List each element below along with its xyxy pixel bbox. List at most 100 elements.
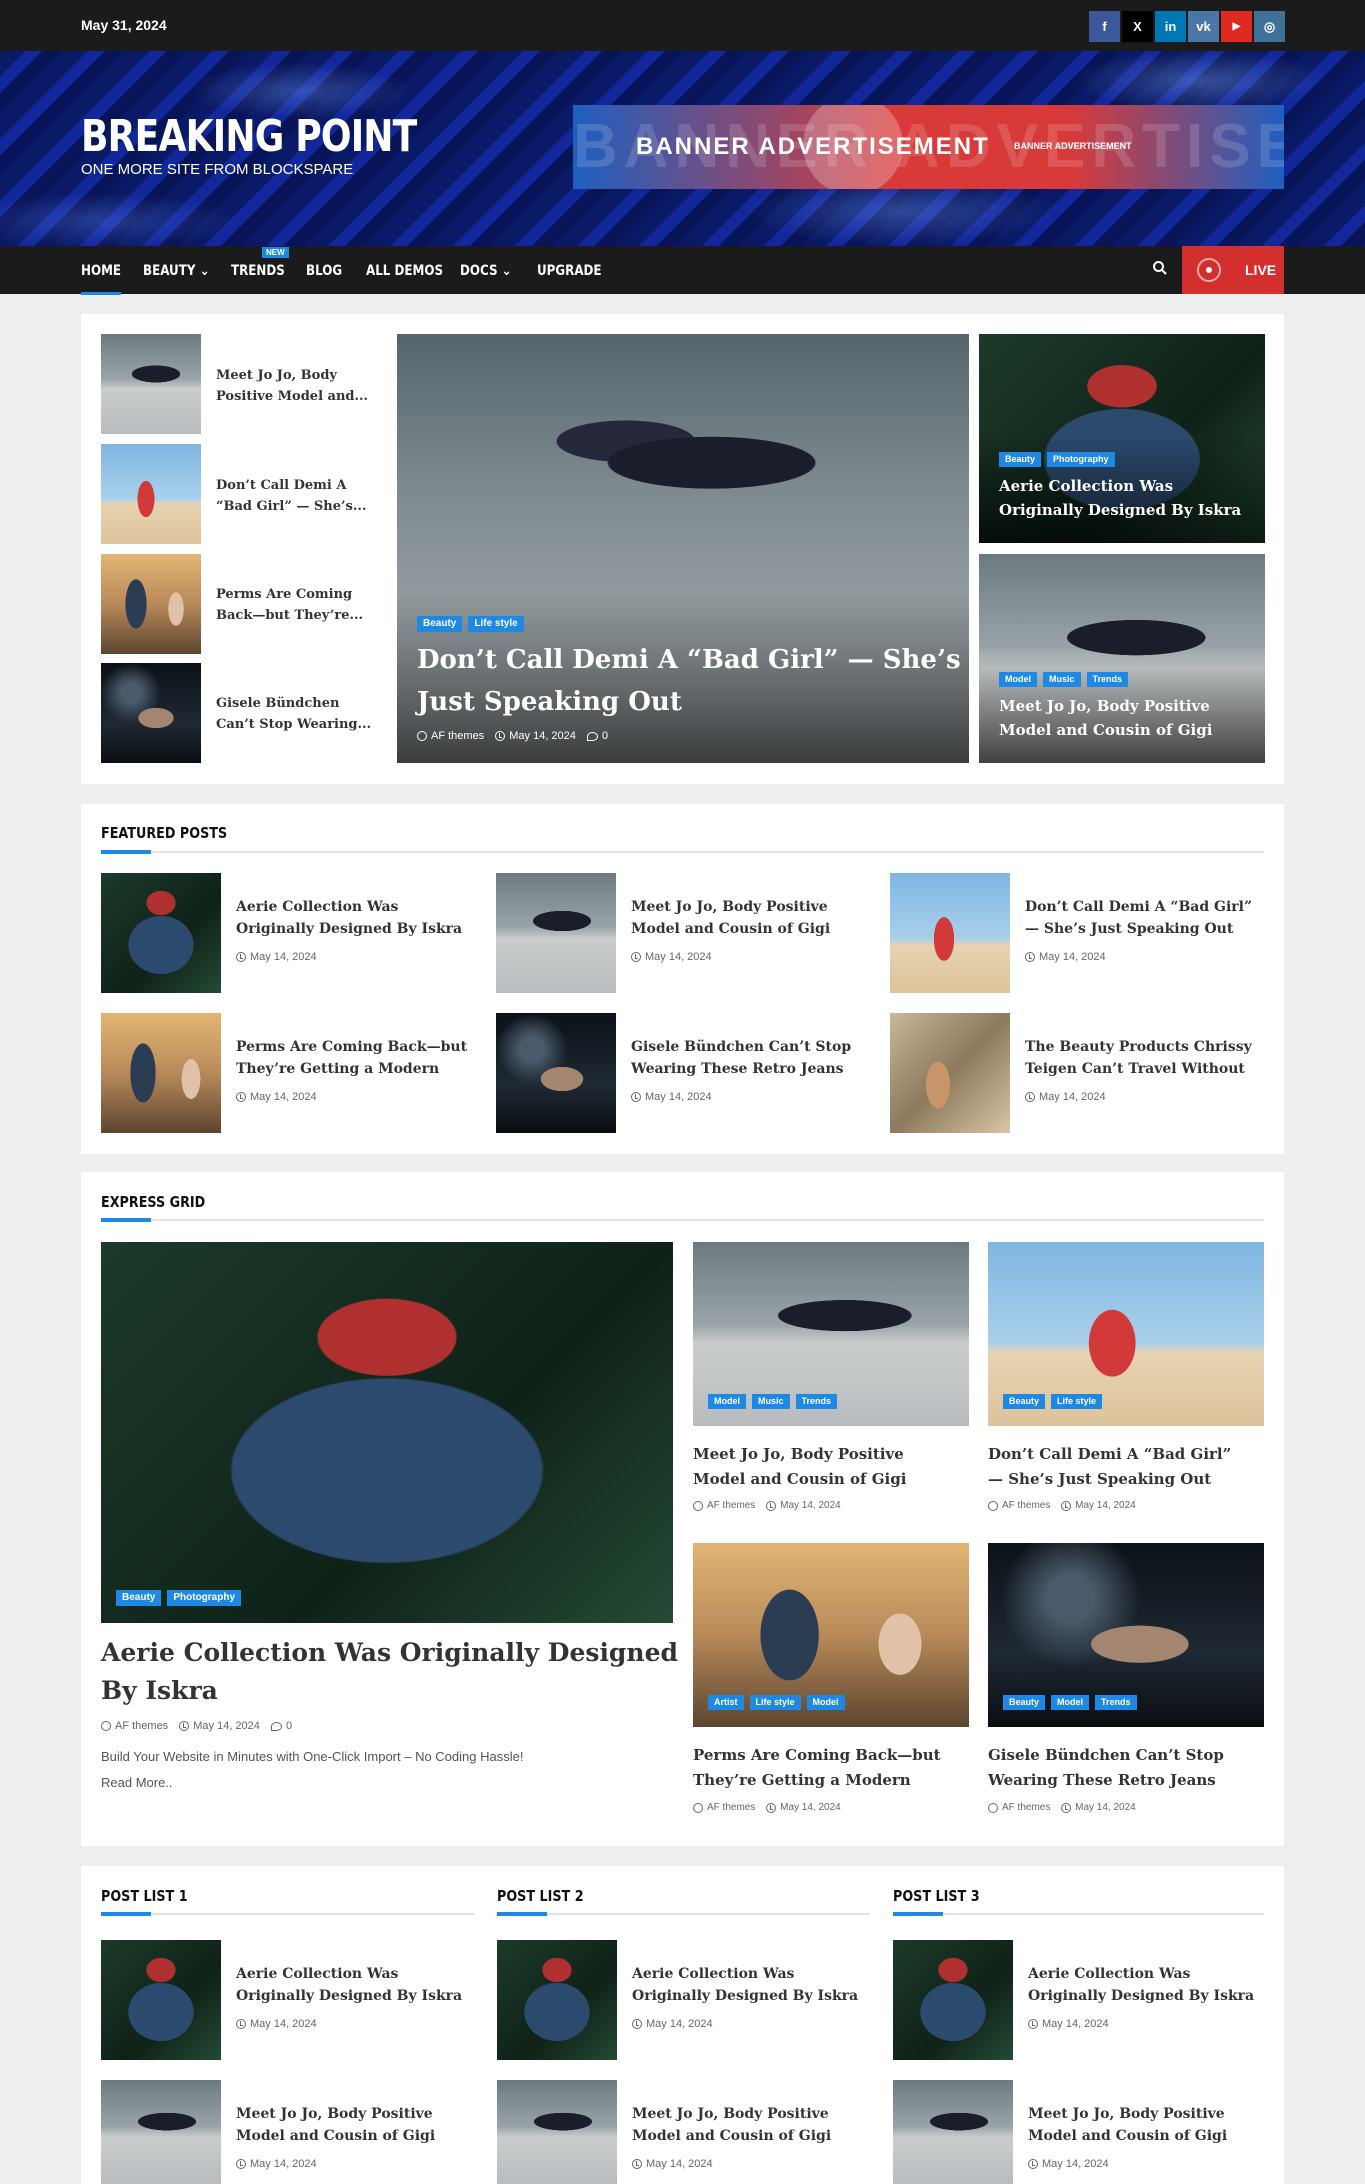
post-thumbnail[interactable] — [101, 1940, 221, 2060]
hero-side-post[interactable]: Beauty Photography Aerie Collection Was O… — [979, 334, 1265, 543]
post-title[interactable]: Aerie Collection Was Originally Designed … — [236, 896, 462, 940]
vk-icon[interactable]: vk — [1188, 11, 1219, 42]
express-main-image[interactable]: Beauty Photography — [101, 1242, 673, 1623]
post-title[interactable]: Don’t Call Demi A “Bad Girl” — She’s Just… — [1025, 896, 1252, 940]
post-author[interactable]: AF themes — [707, 1802, 755, 1813]
linkedin-icon[interactable]: in — [1155, 11, 1186, 42]
category-tag[interactable]: Photography — [167, 1590, 242, 1606]
nav-docs[interactable]: DOCS ⌄ — [460, 263, 512, 279]
express-card-image[interactable]: Model Music Trends — [693, 1242, 969, 1426]
list-item-title[interactable]: Gisele Bündchen Can’t Stop Wearing... — [216, 693, 371, 735]
post-title[interactable]: Aerie Collection Was Originally Designed … — [236, 1963, 462, 2007]
post-author[interactable]: AF themes — [431, 730, 484, 742]
read-more-link[interactable]: Read More.. — [101, 1775, 173, 1790]
hero-side-post[interactable]: Model Music Trends Meet Jo Jo, Body Posi… — [979, 554, 1265, 763]
express-card-image[interactable]: Beauty Model Trends — [988, 1543, 1264, 1727]
post-thumbnail[interactable] — [890, 873, 1010, 993]
facebook-icon[interactable]: f — [1089, 11, 1120, 42]
category-tag[interactable]: Music — [1043, 672, 1081, 687]
youtube-icon[interactable]: ▶ — [1221, 11, 1252, 42]
post-title[interactable]: Gisele Bündchen Can’t Stop Wearing These … — [631, 1036, 851, 1080]
post-author[interactable]: AF themes — [1002, 1802, 1050, 1813]
nav-home[interactable]: HOME — [81, 263, 122, 295]
post-title[interactable]: Aerie Collection Was Originally Designed … — [632, 1963, 858, 2007]
post-author[interactable]: AF themes — [707, 1500, 755, 1511]
category-tag[interactable]: Model — [806, 1695, 845, 1710]
nav-beauty[interactable]: BEAUTY ⌄ — [143, 263, 210, 279]
post-thumbnail[interactable] — [101, 2080, 221, 2184]
post-meta: May 14, 2024 — [1028, 2018, 1109, 2030]
express-card-title[interactable]: Gisele Bündchen Can’t Stop Wearing These … — [988, 1743, 1224, 1793]
post-thumbnail[interactable] — [101, 873, 221, 993]
nav-trends[interactable]: TRENDS — [231, 263, 285, 279]
category-tag[interactable]: Model — [999, 672, 1037, 687]
post-title[interactable]: Meet Jo Jo, Body Positive Model and Cousi… — [1028, 2103, 1227, 2147]
list-thumbnail[interactable] — [101, 663, 201, 763]
search-icon[interactable] — [1152, 260, 1168, 276]
post-author[interactable]: AF themes — [115, 1720, 168, 1732]
category-tag[interactable]: Beauty — [999, 452, 1042, 467]
express-main-title[interactable]: Aerie Collection Was Originally Designed… — [101, 1634, 678, 1710]
post-author[interactable]: AF themes — [1002, 1500, 1050, 1511]
post-title[interactable]: Aerie Collection Was Originally Designed … — [1028, 1963, 1254, 2007]
post-thumbnail[interactable] — [496, 1013, 616, 1133]
hero-main-post[interactable]: Beauty Life style Don’t Call Demi A “Bad… — [397, 334, 969, 763]
post-thumbnail[interactable] — [101, 1013, 221, 1133]
category-tag[interactable]: Beauty — [1003, 1394, 1046, 1409]
category-tag[interactable]: Life style — [1051, 1394, 1103, 1409]
user-icon — [988, 1802, 998, 1813]
hero-side-title[interactable]: Meet Jo Jo, Body Positive Model and Cousi… — [999, 694, 1212, 742]
category-tag[interactable]: Trends — [795, 1394, 838, 1409]
list-thumbnail[interactable] — [101, 334, 201, 434]
category-tag[interactable]: Music — [752, 1394, 790, 1409]
express-card-image[interactable]: Artist Life style Model — [693, 1543, 969, 1727]
post-title[interactable]: Meet Jo Jo, Body Positive Model and Cousi… — [632, 2103, 831, 2147]
category-tag[interactable]: Artist — [708, 1695, 744, 1710]
post-title[interactable]: Meet Jo Jo, Body Positive Model and Cousi… — [236, 2103, 435, 2147]
list-thumbnail[interactable] — [101, 554, 201, 654]
post-title[interactable]: Perms Are Coming Back—but They’re Getting… — [236, 1036, 467, 1080]
hero-main-title[interactable]: Don’t Call Demi A “Bad Girl” — She’s Just… — [417, 639, 961, 723]
category-tag[interactable]: Life style — [749, 1695, 801, 1710]
list-thumbnail[interactable] — [101, 444, 201, 544]
post-thumbnail[interactable] — [496, 873, 616, 993]
list-item-title[interactable]: Perms Are Coming Back—but They’re... — [216, 584, 363, 626]
express-card-title[interactable]: Meet Jo Jo, Body Positive Model and Cousi… — [693, 1442, 906, 1492]
live-button[interactable]: LIVE — [1182, 246, 1284, 294]
category-tag[interactable]: Model — [708, 1394, 746, 1409]
x-icon[interactable]: X — [1122, 11, 1153, 42]
post-thumbnail[interactable] — [497, 2080, 617, 2184]
post-thumbnail[interactable] — [497, 1940, 617, 2060]
comment-count[interactable]: 0 — [286, 1720, 292, 1732]
nav-docs-label: DOCS — [460, 263, 498, 279]
instagram-icon[interactable]: ◎ — [1254, 11, 1285, 42]
post-title[interactable]: The Beauty Products Chrissy Teigen Can’t … — [1025, 1036, 1252, 1080]
nav-blog[interactable]: BLOG — [306, 263, 342, 279]
list-item-title[interactable]: Meet Jo Jo, Body Positive Model and... — [216, 365, 368, 407]
comment-count[interactable]: 0 — [602, 730, 608, 742]
express-card-image[interactable]: Beauty Life style — [988, 1242, 1264, 1426]
post-thumbnail[interactable] — [893, 2080, 1013, 2184]
express-card-title[interactable]: Don’t Call Demi A “Bad Girl” — She’s Just… — [988, 1442, 1231, 1492]
nav-all-demos[interactable]: ALL DEMOS — [366, 263, 443, 279]
category-tag[interactable]: Life style — [468, 616, 524, 632]
category-tag[interactable]: Photography — [1047, 452, 1115, 467]
user-icon — [417, 731, 427, 741]
post-title[interactable]: Meet Jo Jo, Body Positive Model and Cousi… — [631, 896, 830, 940]
post-thumbnail[interactable] — [893, 1940, 1013, 2060]
post-thumbnail[interactable] — [890, 1013, 1010, 1133]
nav-upgrade[interactable]: UPGRADE — [537, 263, 602, 279]
category-tag[interactable]: Beauty — [116, 1590, 162, 1606]
express-card-title[interactable]: Perms Are Coming Back—but They’re Getting… — [693, 1743, 941, 1793]
site-title[interactable]: BREAKING POINT — [81, 111, 417, 162]
category-tag[interactable]: Model — [1051, 1695, 1090, 1710]
category-tag[interactable]: Trends — [1086, 672, 1129, 687]
category-tag[interactable]: Beauty — [1003, 1695, 1046, 1710]
category-tag[interactable]: Trends — [1095, 1695, 1137, 1710]
user-icon — [693, 1500, 703, 1511]
hero-side-title[interactable]: Aerie Collection Was Originally Designed … — [999, 474, 1241, 522]
category-tag[interactable]: Beauty — [417, 616, 463, 632]
banner-text: BANNER ADVERTISEMENT — [636, 133, 990, 160]
list-item-title[interactable]: Don’t Call Demi A “Bad Girl” — She’s... — [216, 475, 366, 517]
banner-advertisement[interactable]: BANNER ADVERTISEMENT BANNER ADVERTISEMEN… — [573, 105, 1284, 189]
